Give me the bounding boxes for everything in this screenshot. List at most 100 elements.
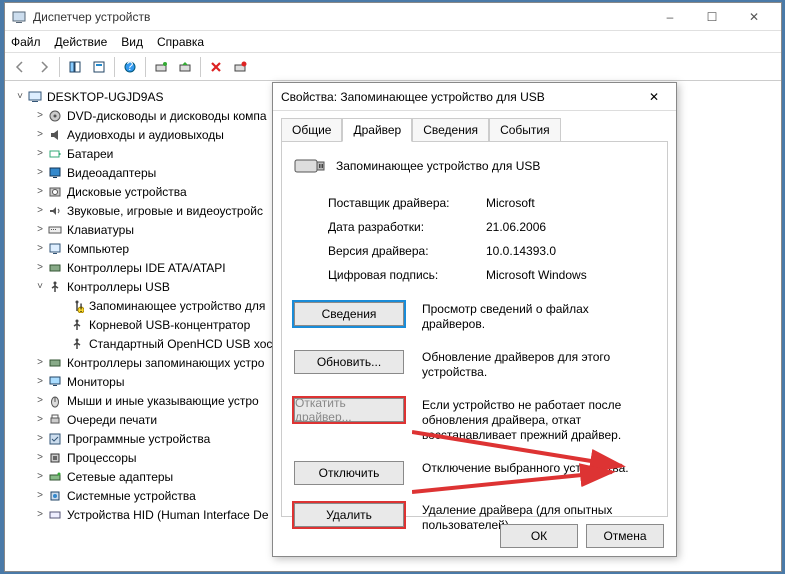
expand-icon[interactable]: > [33,148,47,159]
scan-hardware-button[interactable] [150,56,172,78]
date-label: Дата разработки: [328,220,486,234]
tree-item-label: Видеоадаптеры [67,166,156,180]
disable-button[interactable] [229,56,251,78]
expand-icon[interactable]: > [33,110,47,121]
svg-text:?: ? [127,60,134,73]
usb-icon [47,279,63,295]
usb-icon [69,317,85,333]
toolbar-separator [114,57,115,77]
titlebar: Диспетчер устройств – ☐ ✕ [5,3,781,31]
tab-strip: Общие Драйвер Сведения События [273,111,676,141]
window-title: Диспетчер устройств [33,10,649,24]
close-button[interactable]: ✕ [733,5,775,29]
tree-item-label: Процессоры [67,451,137,465]
tab-events[interactable]: События [489,118,561,142]
uninstall-driver-button[interactable]: Удалить [294,503,404,527]
hdd-icon [47,184,63,200]
expand-icon[interactable]: > [33,452,47,463]
driver-details-desc: Просмотр сведений о файлах драйверов. [422,302,655,332]
collapse-icon[interactable]: ˅ [13,91,27,102]
expand-icon[interactable]: > [33,205,47,216]
tree-item-label: Очереди печати [67,413,157,427]
dialog-titlebar: Свойства: Запоминающее устройство для US… [273,83,676,111]
tree-item-label: Контроллеры запоминающих устро [67,356,264,370]
menu-view[interactable]: Вид [121,35,143,49]
disable-device-button[interactable]: Отключить [294,461,404,485]
date-value: 21.06.2006 [486,220,655,234]
expand-icon[interactable]: > [33,224,47,235]
usb-storage-icon [294,154,326,178]
audio-icon [47,127,63,143]
tree-item-label: Устройства HID (Human Interface De [67,508,269,522]
driver-details-button[interactable]: Сведения [294,302,404,326]
expand-icon[interactable]: ˅ [33,281,47,292]
help-button[interactable]: ? [119,56,141,78]
device-header: Запоминающее устройство для USB [294,154,655,178]
show-hide-tree-button[interactable] [64,56,86,78]
expand-icon[interactable]: > [33,395,47,406]
ok-button[interactable]: ОК [500,524,578,548]
expand-icon[interactable]: > [33,243,47,254]
expand-icon[interactable]: > [33,509,47,520]
update-driver-button[interactable] [174,56,196,78]
expand-icon[interactable]: > [33,186,47,197]
mouse-icon [47,393,63,409]
signature-value: Microsoft Windows [486,268,655,282]
monitor-icon [47,374,63,390]
expand-icon[interactable]: > [33,262,47,273]
tree-item-label: Батареи [67,147,113,161]
uninstall-button[interactable] [205,56,227,78]
rollback-driver-desc: Если устройство не работает после обновл… [422,398,655,443]
tab-driver[interactable]: Драйвер [342,118,412,142]
controller-icon [47,260,63,276]
menu-action[interactable]: Действие [55,35,108,49]
toolbar: ? [5,53,781,81]
usbwarn-icon: ! [69,298,85,314]
vendor-label: Поставщик драйвера: [328,196,486,210]
tree-item-label: Аудиовходы и аудиовыходы [67,128,224,142]
maximize-button[interactable]: ☐ [691,5,733,29]
soft-icon [47,431,63,447]
expand-icon[interactable]: > [33,490,47,501]
expand-icon[interactable]: > [33,129,47,140]
update-driver-button[interactable]: Обновить... [294,350,404,374]
hid-icon [47,507,63,523]
update-driver-desc: Обновление драйверов для этого устройств… [422,350,655,380]
version-label: Версия драйвера: [328,244,486,258]
display-icon [47,165,63,181]
menu-help[interactable]: Справка [157,35,204,49]
dialog-footer: ОК Отмена [500,524,664,548]
menu-file[interactable]: Файл [11,35,41,49]
tree-item-label: DVD-дисководы и дисководы компа [67,109,267,123]
expand-icon[interactable]: > [33,376,47,387]
tree-root-label: DESKTOP-UGJD9AS [47,90,163,104]
minimize-button[interactable]: – [649,5,691,29]
signature-label: Цифровая подпись: [328,268,486,282]
tab-details[interactable]: Сведения [412,118,489,142]
tab-general[interactable]: Общие [281,118,342,142]
cancel-button[interactable]: Отмена [586,524,664,548]
battery-icon [47,146,63,162]
properties-dialog: Свойства: Запоминающее устройство для US… [272,82,677,557]
tree-item-label: Запоминающее устройство для [89,299,265,313]
expand-icon[interactable]: > [33,167,47,178]
toolbar-separator [59,57,60,77]
tree-item-label: Мыши и иные указывающие устро [67,394,259,408]
tree-item-label: Сетевые адаптеры [67,470,173,484]
properties-button[interactable] [88,56,110,78]
tree-item-label: Системные устройства [67,489,196,503]
forward-button[interactable] [33,56,55,78]
window-controls: – ☐ ✕ [649,5,775,29]
expand-icon[interactable]: > [33,471,47,482]
tree-item-label: Компьютер [67,242,129,256]
sys-icon [47,488,63,504]
expand-icon[interactable]: > [33,357,47,368]
tree-item-label: Корневой USB-концентратор [89,318,250,332]
disable-device-desc: Отключение выбранного устройства. [422,461,655,476]
expand-icon[interactable]: > [33,414,47,425]
dialog-close-button[interactable]: ✕ [640,90,668,104]
sound-icon [47,203,63,219]
back-button[interactable] [9,56,31,78]
expand-icon[interactable]: > [33,433,47,444]
rollback-driver-button[interactable]: Откатить драйвер... [294,398,404,422]
